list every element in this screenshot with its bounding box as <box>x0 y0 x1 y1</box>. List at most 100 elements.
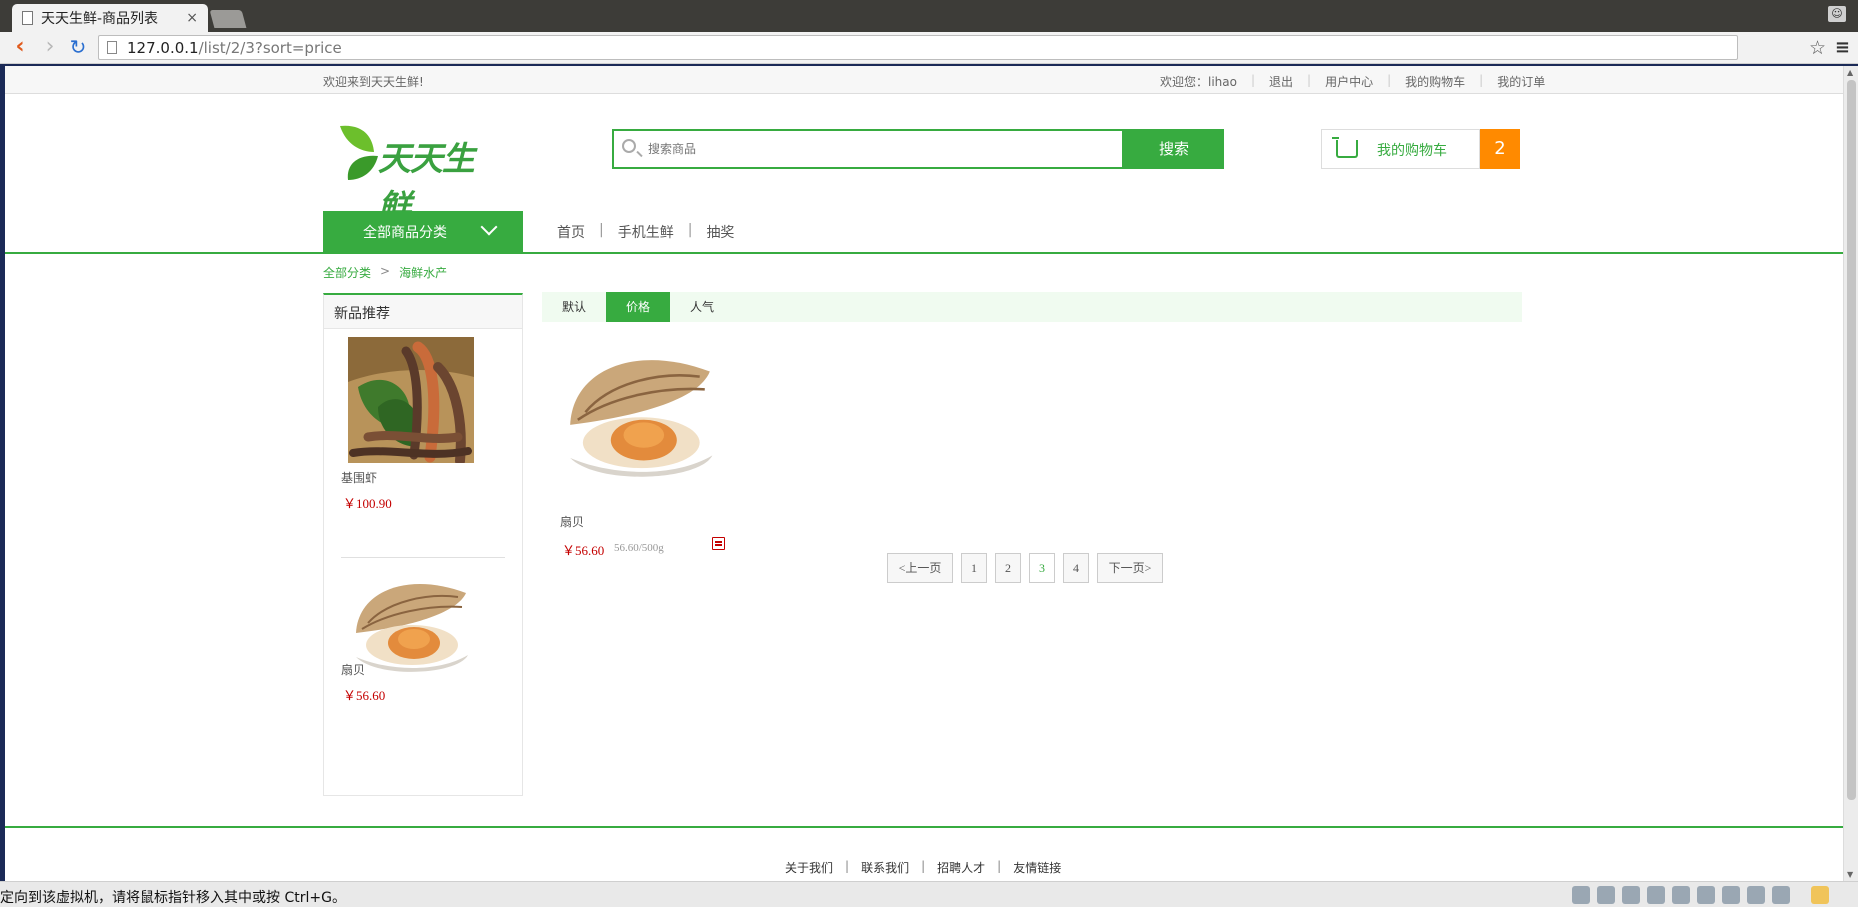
separator: | <box>1307 73 1312 87</box>
scallop-image[interactable] <box>560 341 720 491</box>
new-tab-button[interactable] <box>209 10 247 28</box>
address-bar[interactable]: 127.0.0.1 /list/2/3?sort=price <box>98 35 1738 60</box>
vm-status-bar: 定向到该虚拟机，请将鼠标指针移入其中或按 Ctrl+G。 <box>0 881 1858 907</box>
tab-close-icon[interactable]: × <box>186 10 198 26</box>
footer-links: 关于我们 | 联系我们 | 招聘人才 | 友情链接 <box>785 859 1061 876</box>
page-1-button[interactable]: 1 <box>961 553 987 583</box>
search-box <box>612 129 1124 169</box>
separator: | <box>1387 73 1392 87</box>
menu-icon[interactable]: ≡ <box>1835 37 1850 58</box>
scallop-image[interactable] <box>348 571 474 681</box>
network-icon[interactable] <box>1672 886 1690 904</box>
browser-toolbar: ‹ › ↻ 127.0.0.1 /list/2/3?sort=price ☆ ≡ <box>0 32 1858 64</box>
cd-drive-icon[interactable] <box>1622 886 1640 904</box>
cart-count-badge[interactable]: 2 <box>1480 129 1520 169</box>
cd-drive-icon[interactable] <box>1597 886 1615 904</box>
nav-divider <box>5 252 1843 254</box>
usb-icon[interactable] <box>1772 886 1790 904</box>
product-price: ￥56.60 <box>343 688 386 703</box>
search-icon <box>622 139 636 153</box>
footer-jobs-link[interactable]: 招聘人才 <box>937 859 985 876</box>
browser-tab-active[interactable]: 天天生鲜-商品列表 × <box>12 4 208 32</box>
printer-icon[interactable] <box>1697 886 1715 904</box>
breadcrumb: 全部分类 > 海鲜水产 <box>323 264 447 281</box>
scallop-photo <box>560 341 720 491</box>
page-4-button[interactable]: 4 <box>1063 553 1089 583</box>
nav-home[interactable]: 首页 <box>557 222 585 242</box>
user-greeting: 欢迎您：lihao <box>1160 75 1237 89</box>
search-button[interactable]: 搜索 <box>1124 129 1224 169</box>
separator: | <box>1250 73 1256 87</box>
scroll-down-icon[interactable]: ▼ <box>1847 870 1853 879</box>
bookmark-star-icon[interactable]: ☆ <box>1809 37 1826 59</box>
separator: | <box>687 222 693 238</box>
page-viewport: 欢迎来到天天生鲜! 欢迎您：lihao | 退出 | 用户中心 | 我的购物车 … <box>5 66 1843 881</box>
tab-title: 天天生鲜-商品列表 <box>41 11 159 27</box>
breadcrumb-all[interactable]: 全部分类 <box>323 264 371 281</box>
hard-disk-icon[interactable] <box>1572 886 1590 904</box>
product-price: ￥100.90 <box>343 496 392 511</box>
all-categories-label: 全部商品分类 <box>363 225 447 241</box>
url-path: /list/2/3?sort=price <box>198 38 342 57</box>
footer-contact-link[interactable]: 联系我们 <box>861 859 909 876</box>
page-3-button[interactable]: 3 <box>1029 553 1055 583</box>
new-products-sidebar: 新品推荐 基围虾 ￥100.90 扇贝 ￥56.60 <box>323 293 523 796</box>
search-input[interactable] <box>648 131 1118 167</box>
product-price: ￥56.60 <box>562 543 605 558</box>
back-icon[interactable]: ‹ <box>8 36 32 60</box>
product-name[interactable]: 基围虾 <box>341 469 377 486</box>
main-nav: 首页 | 手机生鲜 | 抽奖 <box>557 222 734 242</box>
shrimp-photo <box>348 337 474 463</box>
profile-icon[interactable]: ☺ <box>1828 6 1846 22</box>
scroll-up-icon[interactable]: ▲ <box>1847 68 1853 77</box>
shrimp-image[interactable] <box>348 337 474 463</box>
all-categories-button[interactable]: 全部商品分类 <box>323 211 523 252</box>
add-to-cart-icon[interactable] <box>712 537 725 550</box>
status-message: 定向到该虚拟机，请将鼠标指针移入其中或按 Ctrl+G。 <box>0 890 346 906</box>
page-2-button[interactable]: 2 <box>995 553 1021 583</box>
usb-icon[interactable] <box>1747 886 1765 904</box>
product-card: 扇贝 ￥56.60 56.60/500g <box>560 341 740 571</box>
reload-icon[interactable]: ↻ <box>66 36 90 60</box>
footer-divider <box>5 826 1843 828</box>
sidebar-divider <box>341 557 505 558</box>
message-icon[interactable] <box>1811 886 1829 904</box>
chevron-down-icon <box>480 218 498 236</box>
separator: | <box>921 859 926 873</box>
nav-mobile-fresh[interactable]: 手机生鲜 <box>618 222 674 242</box>
floppy-icon[interactable] <box>1647 886 1665 904</box>
logout-link[interactable]: 退出 <box>1269 73 1293 90</box>
page-info-icon[interactable] <box>107 41 117 54</box>
pagination: <上一页 1 2 3 4 下一页> <box>887 553 1171 583</box>
prev-page-button[interactable]: <上一页 <box>887 553 953 583</box>
audio-icon[interactable] <box>1722 886 1740 904</box>
welcome-text: 欢迎来到天天生鲜! <box>323 75 424 89</box>
sort-popularity-tab[interactable]: 人气 <box>670 292 734 322</box>
page-icon <box>22 11 33 25</box>
sort-price-tab[interactable]: 价格 <box>606 292 670 322</box>
nav-lottery[interactable]: 抽奖 <box>706 222 734 242</box>
separator: | <box>997 859 1002 873</box>
scrollbar-thumb[interactable] <box>1847 80 1856 800</box>
separator: | <box>1479 73 1484 87</box>
user-center-link[interactable]: 用户中心 <box>1325 73 1373 90</box>
my-cart-link[interactable]: 我的购物车 <box>1405 73 1465 90</box>
site-logo[interactable]: 天天生鲜 <box>338 122 498 226</box>
vertical-scrollbar[interactable]: ▲ ▼ <box>1843 66 1858 881</box>
user-links: 欢迎您：lihao | 退出 | 用户中心 | 我的购物车 | 我的订单 <box>1160 73 1545 90</box>
product-unit: 56.60/500g <box>614 542 664 554</box>
product-name[interactable]: 扇贝 <box>560 513 584 530</box>
breadcrumb-separator: > <box>380 264 391 278</box>
sort-default-tab[interactable]: 默认 <box>542 292 606 322</box>
sort-bar: 默认 价格 人气 <box>542 292 1522 322</box>
cart-label: 我的购物车 <box>1377 143 1447 159</box>
breadcrumb-seafood[interactable]: 海鲜水产 <box>399 264 447 281</box>
product-name[interactable]: 扇贝 <box>341 661 365 678</box>
cart-button[interactable]: 我的购物车 <box>1321 129 1480 169</box>
footer-about-link[interactable]: 关于我们 <box>785 859 833 876</box>
my-orders-link[interactable]: 我的订单 <box>1497 73 1545 90</box>
scallop-photo <box>348 571 474 681</box>
next-page-button[interactable]: 下一页> <box>1097 553 1163 583</box>
footer-friend-links[interactable]: 友情链接 <box>1013 859 1061 876</box>
forward-icon[interactable]: › <box>38 36 62 60</box>
